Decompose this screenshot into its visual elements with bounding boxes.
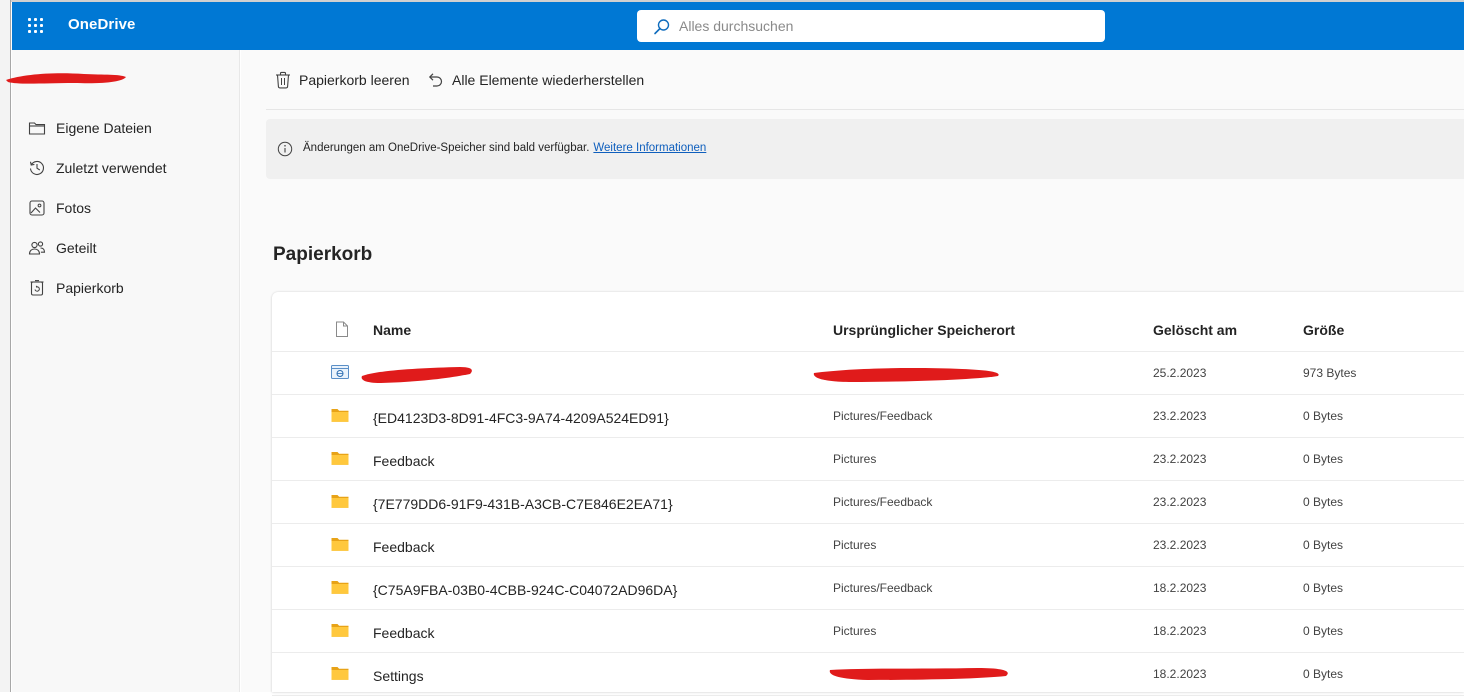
sidebar-nav: Eigene Dateien Zuletzt verwendet Fotos G… xyxy=(12,108,239,308)
item-name[interactable]: {C75A9FBA-03B0-4CBB-924C-C04072AD96DA} xyxy=(373,582,677,598)
original-location: Pictures xyxy=(833,452,877,466)
sidebar-item-recent[interactable]: Zuletzt verwendet xyxy=(12,148,239,188)
file-size: 0 Bytes xyxy=(1303,495,1344,509)
deleted-date: 23.2.2023 xyxy=(1153,452,1207,466)
folder-icon xyxy=(331,409,349,422)
original-location: Pictures/Feedback xyxy=(833,409,933,423)
item-name[interactable]: {ED4123D3-8D91-4FC3-9A74-4209A524ED91} xyxy=(373,410,669,426)
file-size: 0 Bytes xyxy=(1303,667,1344,681)
file-size: 0 Bytes xyxy=(1303,581,1344,595)
table-row[interactable]: 25.2.2023 973 Bytes xyxy=(272,352,1464,395)
table-row[interactable]: Feedback Pictures 23.2.2023 0 Bytes xyxy=(272,438,1464,481)
info-icon xyxy=(277,141,293,157)
restore-all-label: Alle Elemente wiederherstellen xyxy=(452,72,645,88)
folder-icon xyxy=(28,122,46,135)
recycle-bin-table: Name Ursprünglicher Speicherort Gelöscht… xyxy=(272,292,1464,696)
item-name[interactable]: Feedback xyxy=(373,453,434,469)
item-name[interactable]: Feedback xyxy=(373,625,434,641)
sidebar: Eigene Dateien Zuletzt verwendet Fotos G… xyxy=(6,50,240,692)
item-name[interactable]: Feedback xyxy=(373,539,434,555)
deleted-date: 23.2.2023 xyxy=(1153,495,1207,509)
restore-all-button[interactable]: Alle Elemente wiederherstellen xyxy=(426,69,644,91)
folder-icon xyxy=(331,452,349,465)
trash-icon xyxy=(276,71,290,89)
main-content: Papierkorb leeren Alle Elemente wiederhe… xyxy=(241,50,1464,696)
redacted-name xyxy=(361,367,472,383)
info-banner-message: Änderungen am OneDrive-Speicher sind bal… xyxy=(303,142,590,154)
file-type-icon[interactable] xyxy=(335,321,349,338)
account-name-redacted xyxy=(6,73,126,84)
search-input[interactable] xyxy=(679,10,1089,42)
deleted-date: 23.2.2023 xyxy=(1153,538,1207,552)
file-size: 0 Bytes xyxy=(1303,624,1344,638)
info-banner-text: Änderungen am OneDrive-Speicher sind bal… xyxy=(303,142,706,154)
sidebar-item-label: Fotos xyxy=(56,200,92,216)
column-header-size[interactable]: Größe xyxy=(1303,322,1344,338)
deleted-date: 25.2.2023 xyxy=(1153,366,1207,380)
original-location: Pictures xyxy=(833,624,877,638)
table-row[interactable]: Feedback Pictures 18.2.2023 0 Bytes xyxy=(272,610,1464,653)
sidebar-item-recycle-bin[interactable]: Papierkorb xyxy=(12,268,239,308)
file-size: 973 Bytes xyxy=(1303,366,1357,380)
undo-icon xyxy=(428,73,443,87)
table-row[interactable]: {7E779DD6-91F9-431B-A3CB-C7E846E2EA71} P… xyxy=(272,481,1464,524)
recycle-bin-icon xyxy=(30,280,44,296)
original-location: Pictures xyxy=(833,538,877,552)
sidebar-item-label: Eigene Dateien xyxy=(56,120,152,136)
window-left-border xyxy=(0,0,11,692)
table-row[interactable]: Feedback Pictures 23.2.2023 0 Bytes xyxy=(272,524,1464,567)
sidebar-item-shared[interactable]: Geteilt xyxy=(12,228,239,268)
original-location: Pictures/Feedback xyxy=(833,581,933,595)
empty-recycle-bin-label: Papierkorb leeren xyxy=(299,72,410,88)
table-row[interactable]: Settings 18.2.2023 0 Bytes xyxy=(272,653,1464,696)
column-header-deleted[interactable]: Gelöscht am xyxy=(1153,322,1237,338)
redacted-location xyxy=(813,368,999,382)
web-file-icon xyxy=(331,365,349,379)
table-row[interactable]: {C75A9FBA-03B0-4CBB-924C-C04072AD96DA} P… xyxy=(272,567,1464,610)
column-header-name[interactable]: Name xyxy=(373,322,411,338)
app-title[interactable]: OneDrive xyxy=(68,16,136,33)
folder-icon xyxy=(331,538,349,551)
table-header: Name Ursprünglicher Speicherort Gelöscht… xyxy=(272,292,1464,352)
deleted-date: 18.2.2023 xyxy=(1153,667,1207,681)
item-name[interactable]: Settings xyxy=(373,668,424,684)
sidebar-item-label: Zuletzt verwendet xyxy=(56,160,167,176)
people-icon xyxy=(28,241,46,255)
folder-icon xyxy=(331,581,349,594)
app-header: OneDrive xyxy=(12,2,1464,50)
deleted-date: 18.2.2023 xyxy=(1153,581,1207,595)
photo-icon xyxy=(29,200,45,216)
column-header-location[interactable]: Ursprünglicher Speicherort xyxy=(833,322,1015,338)
table-row[interactable]: {ED4123D3-8D91-4FC3-9A74-4209A524ED91} P… xyxy=(272,395,1464,438)
page-title: Papierkorb xyxy=(273,244,373,265)
empty-recycle-bin-button[interactable]: Papierkorb leeren xyxy=(275,69,410,91)
learn-more-link[interactable]: Weitere Informationen xyxy=(593,142,706,154)
folder-icon xyxy=(331,624,349,637)
item-name[interactable]: {7E779DD6-91F9-431B-A3CB-C7E846E2EA71} xyxy=(373,496,673,512)
folder-icon xyxy=(331,667,349,680)
folder-icon xyxy=(331,495,349,508)
command-bar: Papierkorb leeren Alle Elemente wiederhe… xyxy=(266,50,1464,110)
sidebar-item-label: Geteilt xyxy=(56,240,97,256)
app-launcher-icon[interactable] xyxy=(27,17,45,35)
file-size: 0 Bytes xyxy=(1303,452,1344,466)
deleted-date: 18.2.2023 xyxy=(1153,624,1207,638)
original-location: Pictures/Feedback xyxy=(833,495,933,509)
info-banner: Änderungen am OneDrive-Speicher sind bal… xyxy=(266,119,1464,179)
sidebar-item-label: Papierkorb xyxy=(56,280,124,296)
sidebar-item-my-files[interactable]: Eigene Dateien xyxy=(12,108,239,148)
search-icon xyxy=(654,19,670,35)
search-box[interactable] xyxy=(637,10,1105,42)
file-size: 0 Bytes xyxy=(1303,538,1344,552)
sidebar-item-photos[interactable]: Fotos xyxy=(12,188,239,228)
redacted-location xyxy=(829,668,1008,680)
history-icon xyxy=(29,160,44,175)
file-size: 0 Bytes xyxy=(1303,409,1344,423)
deleted-date: 23.2.2023 xyxy=(1153,409,1207,423)
